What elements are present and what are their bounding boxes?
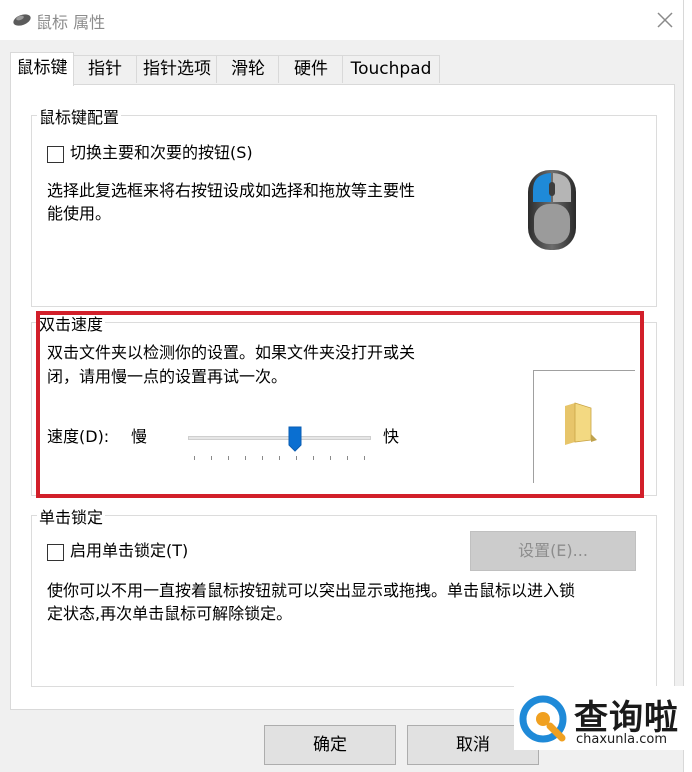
background-window-edge	[683, 0, 692, 772]
click-lock-settings-button[interactable]: 设置(E)...	[470, 531, 636, 571]
click-lock-description-2: 定状态,再次单击鼠标可解除锁定。	[47, 604, 293, 623]
switch-buttons-label[interactable]: 切换主要和次要的按钮(S)	[70, 142, 253, 164]
title-bar: 鼠标 属性	[0, 0, 692, 40]
click-lock-title: 单击锁定	[37, 504, 106, 528]
tab-pointers[interactable]: 指针	[72, 55, 138, 83]
button-config-title: 鼠标键配置	[37, 104, 122, 128]
tab-pointer-options[interactable]: 指针选项	[136, 55, 218, 83]
switch-buttons-checkbox[interactable]	[47, 146, 64, 163]
tab-touchpad[interactable]: Touchpad	[342, 55, 440, 83]
button-config-description-2: 能使用。	[47, 204, 112, 223]
watermark: 查询啦 chaxunla.com	[514, 686, 684, 750]
tab-wheel[interactable]: 滑轮	[216, 55, 280, 83]
button-config-description-1: 选择此复选框来将右按钮设成如选择和拖放等主要性	[47, 181, 416, 200]
click-lock-description-1: 使你可以不用一直按着鼠标按钮就可以突出显示或拖拽。单击鼠标以进入锁	[47, 581, 576, 600]
mouse-properties-window: 鼠标 属性 鼠标键 指针 指针选项 滑轮 硬件 Touchpad 鼠标键配置 切…	[0, 0, 692, 772]
watermark-url: chaxunla.com	[576, 732, 667, 747]
click-lock-label[interactable]: 启用单击锁定(T)	[70, 540, 188, 562]
mouse-image	[528, 170, 576, 250]
window-title: 鼠标 属性	[36, 13, 106, 32]
highlight-box	[36, 311, 644, 498]
tab-buttons[interactable]: 鼠标键	[10, 52, 74, 86]
ok-button[interactable]: 确定	[264, 725, 396, 765]
mouse-icon	[13, 14, 31, 26]
tab-hardware[interactable]: 硬件	[278, 55, 344, 83]
close-icon[interactable]	[652, 8, 678, 32]
watermark-logo-icon	[519, 695, 567, 743]
click-lock-checkbox[interactable]	[47, 544, 64, 561]
